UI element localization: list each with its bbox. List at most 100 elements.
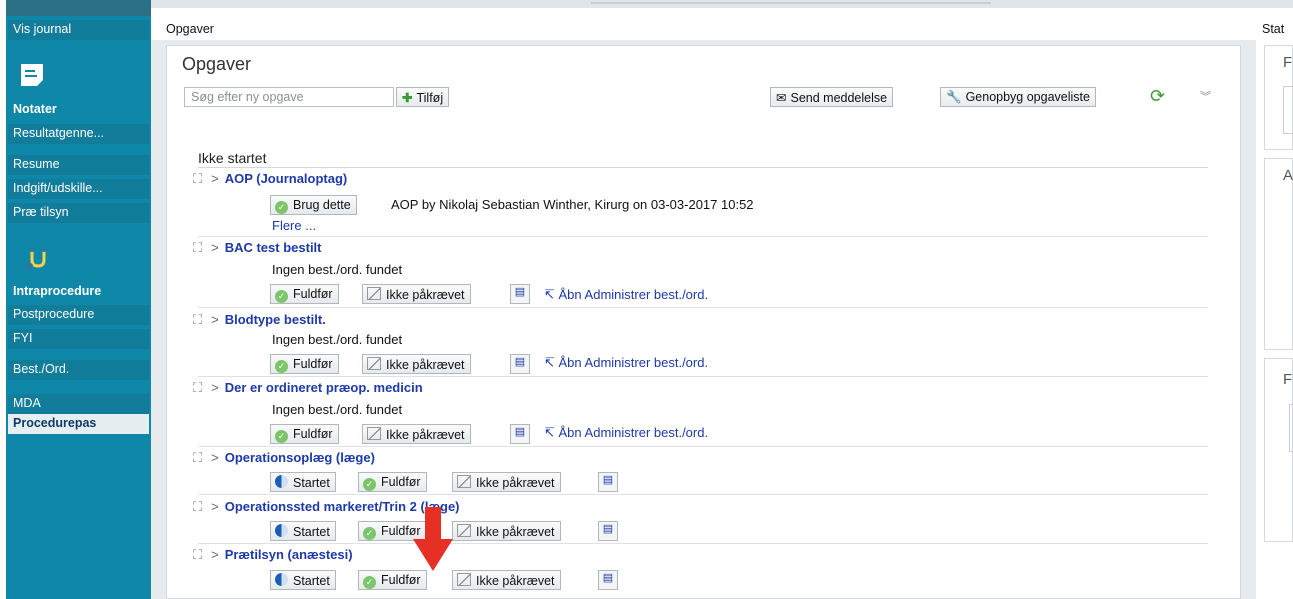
divider — [198, 167, 1208, 168]
document-icon[interactable]: ▤ — [598, 472, 618, 492]
check-icon: ✓ — [275, 201, 288, 214]
not-required-icon — [367, 357, 381, 370]
sidebar-item-vis-journal[interactable]: Vis journal — [8, 20, 149, 40]
chevron-right-icon[interactable]: > — [211, 450, 219, 465]
open-arrow-icon: ↸ — [544, 287, 559, 302]
document-icon[interactable]: ▤ — [510, 424, 530, 444]
not-required-button[interactable]: Ikke påkrævet — [452, 570, 561, 590]
not-required-label: Ikke påkrævet — [386, 288, 465, 302]
task-title-text: Der er ordineret præop. medicin — [224, 380, 423, 395]
complete-button[interactable]: ✓ Fuldfør — [270, 424, 339, 444]
half-circle-icon — [275, 573, 288, 586]
stethoscope-icon — [27, 248, 46, 269]
check-icon: ✓ — [363, 478, 376, 491]
not-required-label: Ikke påkrævet — [386, 428, 465, 442]
complete-button[interactable]: ✓ Fuldfør — [270, 354, 339, 374]
task-title[interactable]: ⛶ > AOP (Journaloptag) — [193, 171, 347, 187]
chevron-down-icon[interactable]: ︾ — [1200, 88, 1211, 104]
rebuild-list-button[interactable]: 🔧 Genopbyg opgaveliste — [940, 87, 1096, 107]
not-required-label: Ikke påkrævet — [476, 476, 555, 490]
sidebar-item-notater[interactable]: Notater — [8, 100, 149, 120]
expand-icon[interactable]: ⛶ — [193, 499, 202, 514]
sidebar-item-indgift[interactable]: Indgift/udskille... — [8, 179, 149, 199]
complete-button[interactable]: ✓ Fuldfør — [358, 570, 427, 590]
sidebar-item-procedurepas[interactable]: Procedurepas — [8, 414, 149, 434]
check-icon: ✓ — [275, 290, 288, 303]
sidebar-item-resultatgennemsyn[interactable]: Resultatgenne... — [8, 124, 149, 144]
not-required-button[interactable]: Ikke påkrævet — [452, 521, 561, 541]
open-orders-label: Åbn Administrer best./ord. — [558, 287, 709, 302]
chevron-right-icon[interactable]: > — [211, 171, 219, 186]
envelope-icon: ✉ — [776, 91, 787, 105]
not-required-button[interactable]: Ikke påkrævet — [362, 284, 471, 304]
sidebar-item-fyi[interactable]: FYI — [8, 329, 149, 349]
more-link[interactable]: Flere ... — [272, 218, 316, 233]
sidebar-item-postprocedure[interactable]: Postprocedure — [8, 305, 149, 325]
document-icon[interactable]: ▤ — [598, 570, 618, 590]
expand-icon[interactable]: ⛶ — [193, 312, 202, 327]
started-button[interactable]: Startet — [270, 570, 336, 590]
task-title[interactable]: ⛶ > Prætilsyn (anæstesi) — [193, 547, 353, 563]
plus-icon: ✚ — [402, 91, 413, 105]
right-panel-box — [1289, 404, 1293, 452]
started-button[interactable]: Startet — [270, 472, 336, 492]
started-label: Startet — [293, 525, 330, 539]
started-button[interactable]: Startet — [270, 521, 336, 541]
sidebar-item-best-ord[interactable]: Best./Ord. — [8, 360, 149, 380]
chevron-right-icon[interactable]: > — [211, 312, 219, 327]
task-title-text: BAC test bestilt — [224, 240, 322, 255]
not-required-button[interactable]: Ikke påkrævet — [452, 472, 561, 492]
right-panel-3: F — [1264, 358, 1293, 542]
task-title[interactable]: ⛶ > Der er ordineret præop. medicin — [193, 380, 423, 396]
add-button[interactable]: ✚ Tilføj — [396, 87, 450, 107]
chevron-right-icon[interactable]: > — [211, 380, 219, 395]
refresh-icon[interactable]: ⟳ — [1150, 86, 1165, 107]
task-title[interactable]: ⛶ > Blodtype bestilt. — [193, 312, 326, 328]
not-required-label: Ikke påkrævet — [476, 574, 555, 588]
expand-icon[interactable]: ⛶ — [193, 380, 202, 395]
chevron-right-icon[interactable]: > — [211, 240, 219, 255]
complete-label: Fuldfør — [381, 573, 421, 587]
right-panel-letter: F — [1283, 371, 1293, 388]
not-required-label: Ikke påkrævet — [476, 525, 555, 539]
right-panel-2: A — [1264, 158, 1293, 350]
top-strip — [151, 0, 1293, 8]
check-icon: ✓ — [363, 527, 376, 540]
complete-label: Fuldfør — [293, 357, 333, 371]
send-message-button[interactable]: ✉ Send meddelelse — [770, 87, 894, 107]
expand-icon[interactable]: ⛶ — [193, 240, 202, 255]
not-required-button[interactable]: Ikke påkrævet — [362, 424, 471, 444]
not-required-button[interactable]: Ikke påkrævet — [362, 354, 471, 374]
task-note: Ingen best./ord. fundet — [272, 402, 403, 417]
open-orders-link[interactable]: ↸ Åbn Administrer best./ord. — [544, 287, 708, 303]
breadcrumb: Opgaver — [166, 22, 214, 36]
search-input[interactable]: Søg efter ny opgave — [184, 87, 394, 107]
expand-icon[interactable]: ⛶ — [193, 547, 202, 562]
complete-button[interactable]: ✓ Fuldfør — [270, 284, 339, 304]
task-title[interactable]: ⛶ > Operationsoplæg (læge) — [193, 450, 375, 466]
task-title[interactable]: ⛶ > BAC test bestilt — [193, 240, 322, 256]
chevron-right-icon[interactable]: > — [211, 499, 219, 514]
sidebar-item-intraprocedure[interactable]: Intraprocedure — [8, 282, 149, 302]
task-title-text: Blodtype bestilt. — [224, 312, 326, 327]
sidebar-item-mda[interactable]: MDA — [8, 394, 149, 414]
divider — [198, 446, 1208, 447]
sidebar-item-prae-tilsyn[interactable]: Præ tilsyn — [8, 203, 149, 223]
use-this-button[interactable]: ✓ Brug dette — [270, 195, 357, 215]
document-icon[interactable]: ▤ — [598, 521, 618, 541]
document-icon[interactable]: ▤ — [510, 354, 530, 374]
chevron-right-icon[interactable]: > — [211, 547, 219, 562]
group-label: Ikke startet — [198, 150, 267, 166]
half-circle-icon — [275, 475, 288, 488]
expand-icon[interactable]: ⛶ — [193, 450, 202, 465]
expand-icon[interactable]: ⛶ — [193, 171, 202, 186]
task-note: Ingen best./ord. fundet — [272, 262, 403, 277]
open-orders-link[interactable]: ↸ Åbn Administrer best./ord. — [544, 355, 708, 371]
sidebar-item-resume[interactable]: Resume — [8, 155, 149, 175]
right-panel-1: F — [1264, 45, 1293, 150]
app-root: Vis journal Notater Resultatgenne... Res… — [0, 0, 1293, 599]
complete-label: Fuldfør — [293, 427, 333, 441]
complete-button[interactable]: ✓ Fuldfør — [358, 472, 427, 492]
document-icon[interactable]: ▤ — [510, 284, 530, 304]
open-orders-link[interactable]: ↸ Åbn Administrer best./ord. — [544, 425, 708, 441]
